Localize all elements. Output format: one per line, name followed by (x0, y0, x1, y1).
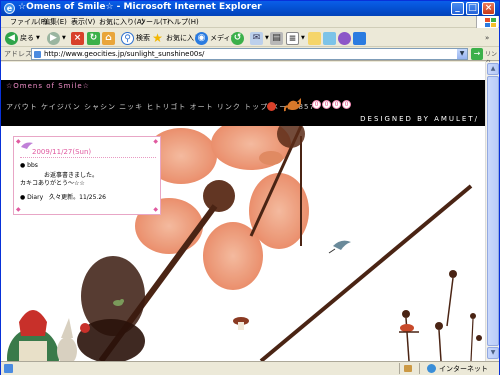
site-header: ☆Omens of Smile☆ アバウト ケイジバン シャシン ニッキ ヒトリ… (1, 80, 485, 126)
visit-counter: 0 0 0 0 (312, 100, 351, 109)
stop-icon: × (71, 31, 84, 45)
toolbar: ◀ 戻る ▼ ▶ ▼ × ↻ ⌂ ⚲ 検索 ★ お気に入り ◉ メディア ↺ ✉… (1, 29, 499, 47)
chevron-down-icon: ▼ (265, 35, 269, 41)
page-icon (34, 51, 41, 58)
back-label: 戻る (20, 34, 34, 42)
counter-digit: 0 (322, 100, 331, 109)
favorites-button[interactable]: ★ お気に入り (151, 30, 201, 46)
menu-favorites[interactable]: お気に入り(A) (99, 17, 144, 27)
menu-edit[interactable]: 編集(E) (43, 17, 67, 27)
folder-icon (308, 31, 321, 45)
mail-button[interactable]: ✉ ▼ (250, 30, 269, 46)
back-arrow-icon: ◀ (5, 31, 18, 45)
refresh-button[interactable]: ↻ (87, 30, 102, 46)
history-button[interactable]: ↺ (231, 30, 246, 46)
scroll-thumb[interactable] (487, 76, 499, 346)
menu-tools[interactable]: ツール(T) (139, 17, 170, 27)
divider (20, 157, 156, 158)
corner-icon: ◆ (16, 206, 21, 213)
forward-arrow-icon: ▶ (47, 31, 60, 45)
update-box: ◆ ◆ 2009/11/27(Sun) ● bbs お返事書きました。 カキコあ… (13, 136, 161, 215)
divider (419, 363, 420, 374)
history-icon: ↺ (231, 31, 244, 45)
back-button[interactable]: ◀ 戻る ▼ (5, 30, 40, 46)
windows-logo-icon (476, 16, 498, 28)
print-button[interactable]: ▤ (270, 30, 285, 46)
address-input[interactable]: http://www.geocities.jp/sunlight_sunshin… (31, 48, 468, 60)
chevron-down-icon: ▼ (36, 35, 40, 41)
research-icon (338, 31, 351, 45)
status-bar: インターネット (1, 361, 499, 375)
security-zone: インターネット (439, 365, 488, 373)
search-icon: ⚲ (121, 31, 134, 45)
bbs-text: カキコありがとう～☆☆ (20, 180, 85, 187)
edit-button[interactable]: ≡ ▼ (286, 30, 305, 46)
update-date: 2009/11/27(Sun) (32, 148, 92, 156)
research-button[interactable] (338, 30, 353, 46)
minimize-button[interactable]: _ (451, 2, 464, 15)
internet-zone-icon (427, 364, 436, 373)
messenger-icon (323, 31, 336, 45)
menu-bar: ファイル(F) 編集(E) 表示(V) お気に入り(A) ツール(T) ヘルプ(… (1, 16, 499, 28)
stop-button[interactable]: × (71, 30, 86, 46)
diary-link[interactable]: ● Diary 久々更新。11/25.26 (20, 192, 106, 201)
scroll-up-icon[interactable]: ▲ (487, 63, 499, 75)
maximize-button[interactable]: □ (466, 2, 479, 15)
title-bar: e ☆Omens of Smile☆ - Microsoft Internet … (1, 1, 499, 16)
toolbar-overflow-button[interactable]: » (485, 30, 489, 46)
forward-button[interactable]: ▶ ▼ (47, 30, 66, 46)
scroll-down-icon[interactable]: ▼ (487, 347, 499, 359)
address-bar: アドレス(D) http://www.geocities.jp/sunlight… (1, 47, 499, 67)
overflow-chevron-icon: » (485, 34, 490, 42)
divider (399, 363, 400, 374)
counter-digit: 0 (312, 100, 321, 109)
home-icon: ⌂ (102, 31, 115, 45)
close-button[interactable]: × (482, 2, 495, 15)
site-title: ☆Omens of Smile☆ (6, 82, 90, 90)
print-icon: ▤ (270, 31, 283, 45)
apple-icon (267, 102, 276, 111)
vertical-scrollbar[interactable]: ▲ ▼ (485, 62, 499, 361)
home-button[interactable]: ⌂ (102, 30, 117, 46)
edit-page-icon: ≡ (286, 31, 299, 45)
refresh-icon: ↻ (87, 31, 100, 45)
corner-icon: ◆ (153, 138, 158, 145)
chevron-down-icon: ▼ (301, 35, 305, 41)
counter-digit: 0 (332, 100, 341, 109)
media-icon: ◉ (195, 31, 208, 45)
window-title: ☆Omens of Smile☆ - Microsoft Internet Ex… (18, 2, 262, 12)
counter-digit: 0 (342, 100, 351, 109)
go-button[interactable]: → (471, 48, 483, 60)
menu-file[interactable]: ファイル(F) (10, 17, 48, 27)
search-button[interactable]: ⚲ 検索 (121, 30, 150, 46)
star-icon: ★ (152, 30, 163, 45)
corner-icon: ◆ (16, 138, 21, 145)
lock-icon (404, 365, 412, 372)
menu-help[interactable]: ヘルプ(H) (167, 17, 199, 27)
designed-by: DESIGNED BY AMULET/ (360, 115, 479, 123)
extra-icon (353, 31, 366, 45)
extra-button[interactable] (353, 30, 368, 46)
address-url: http://www.geocities.jp/sunlight_sunshin… (44, 50, 205, 58)
chevron-down-icon: ▼ (62, 35, 66, 41)
ie-logo-icon: e (4, 3, 15, 14)
messenger-button[interactable] (323, 30, 338, 46)
fox-icon (284, 98, 301, 112)
corner-icon: ◆ (153, 206, 158, 213)
address-dropdown-icon[interactable]: ▼ (457, 49, 467, 59)
browser-window: e ☆Omens of Smile☆ - Microsoft Internet … (0, 0, 500, 375)
page-viewport: ☆Omens of Smile☆ アバウト ケイジバン シャシン ニッキ ヒトリ… (1, 62, 485, 361)
discuss-button[interactable] (308, 30, 323, 46)
bbs-link[interactable]: ● bbs (20, 162, 38, 169)
search-label: 検索 (136, 34, 150, 42)
page-status-icon (4, 364, 13, 373)
menu-view[interactable]: 表示(V) (71, 17, 95, 27)
mail-icon: ✉ (250, 31, 263, 45)
